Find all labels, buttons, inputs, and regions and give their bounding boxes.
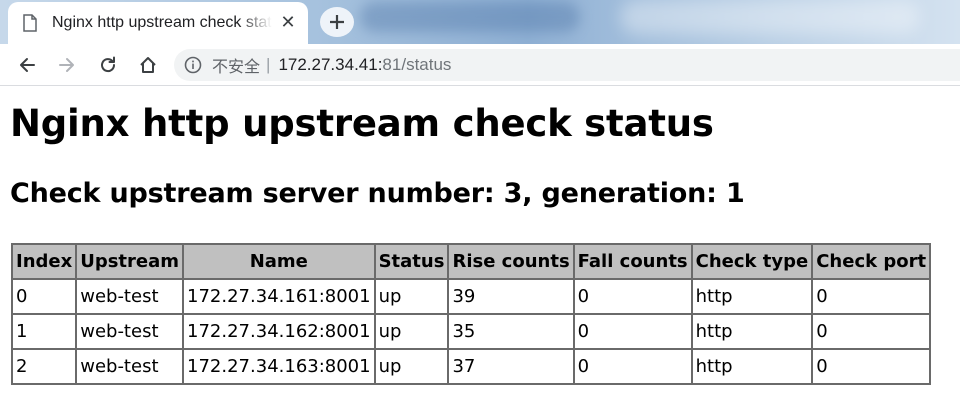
reload-icon: [101, 56, 116, 73]
cell-name: 172.27.34.161:8001: [182, 278, 376, 315]
url-host: 172.27.34.41:: [278, 55, 383, 74]
browser-tab-active[interactable]: Nginx http upstream check status ✕: [8, 2, 308, 44]
cell-fall-counts: 0: [572, 348, 693, 385]
column-header-name: Name: [182, 243, 376, 280]
table-row: 1 web-test 172.27.34.162:8001 up 35 0 ht…: [10, 313, 932, 350]
cell-status: up: [373, 313, 450, 350]
cell-index: 2: [10, 348, 78, 385]
cell-rise-counts: 35: [447, 313, 575, 350]
back-button[interactable]: [12, 50, 42, 80]
cell-name: 172.27.34.162:8001: [182, 313, 376, 350]
plus-icon: [330, 15, 344, 29]
cell-status: up: [373, 278, 450, 315]
new-tab-button[interactable]: [320, 7, 354, 37]
cell-check-type: http: [690, 348, 814, 385]
cell-check-type: http: [690, 278, 814, 315]
cell-name: 172.27.34.163:8001: [182, 348, 376, 385]
column-header-rise-counts: Rise counts: [447, 243, 575, 280]
cell-check-port: 0: [811, 348, 932, 385]
info-icon[interactable]: [184, 56, 202, 74]
address-bar[interactable]: 不安全 | 172.27.34.41: 81/status: [174, 49, 960, 81]
cell-index: 1: [10, 313, 78, 350]
cell-check-type: http: [690, 313, 814, 350]
cell-check-port: 0: [811, 278, 932, 315]
forward-button[interactable]: [52, 50, 82, 80]
url-path: /status: [401, 55, 452, 74]
cell-check-port: 0: [811, 313, 932, 350]
url-port: 81: [382, 55, 402, 74]
forward-arrow-icon: [59, 58, 74, 72]
tab-title: Nginx http upstream check status: [52, 14, 272, 31]
column-header-fall-counts: Fall counts: [572, 243, 693, 280]
cell-fall-counts: 0: [572, 278, 693, 315]
cell-rise-counts: 39: [447, 278, 575, 315]
column-header-status: Status: [373, 243, 450, 280]
reload-button[interactable]: [93, 50, 123, 80]
background-decoration: [360, 2, 580, 32]
table-header-row: Index Upstream Name Status Rise counts F…: [10, 243, 932, 280]
column-header-check-type: Check type: [690, 243, 814, 280]
background-decoration: [620, 0, 920, 34]
table-row: 2 web-test 172.27.34.163:8001 up 37 0 ht…: [10, 348, 932, 385]
page-title: Nginx http upstream check status: [10, 102, 714, 145]
cell-upstream: web-test: [75, 278, 185, 315]
home-button[interactable]: [133, 50, 163, 80]
column-header-upstream: Upstream: [75, 243, 185, 280]
column-header-check-port: Check port: [811, 243, 932, 280]
cell-fall-counts: 0: [572, 313, 693, 350]
cell-index: 0: [10, 278, 78, 315]
cell-upstream: web-test: [75, 313, 185, 350]
table-row: 0 web-test 172.27.34.161:8001 up 39 0 ht…: [10, 278, 932, 315]
back-arrow-icon: [20, 58, 35, 72]
cell-rise-counts: 37: [447, 348, 575, 385]
cell-status: up: [373, 348, 450, 385]
close-tab-icon[interactable]: ✕: [278, 13, 298, 33]
upstream-status-table: Index Upstream Name Status Rise counts F…: [10, 243, 932, 385]
page-subtitle: Check upstream server number: 3, generat…: [10, 178, 745, 209]
browser-toolbar: 不安全 | 172.27.34.41: 81/status: [0, 44, 960, 86]
security-label: 不安全: [212, 57, 261, 76]
address-separator: |: [266, 55, 271, 74]
cell-upstream: web-test: [75, 348, 185, 385]
column-header-index: Index: [10, 243, 78, 280]
page-icon: [23, 14, 37, 32]
home-icon: [140, 57, 156, 73]
tab-strip: Nginx http upstream check status ✕: [0, 0, 960, 44]
